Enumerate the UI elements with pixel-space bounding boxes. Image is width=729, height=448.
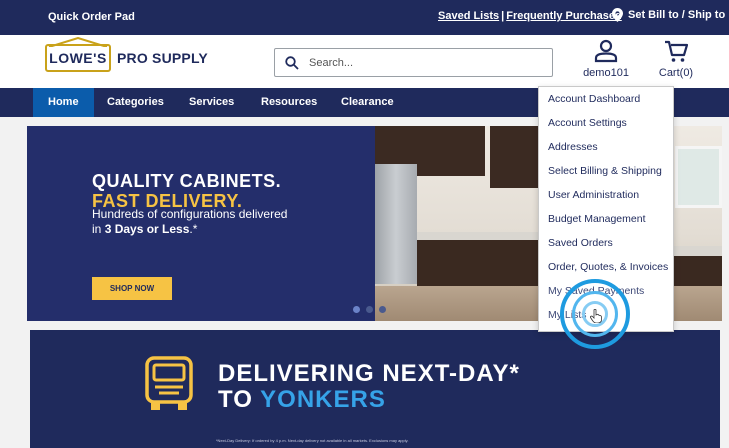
nav-categories[interactable]: Categories	[107, 88, 164, 117]
menu-item-account-settings[interactable]: Account Settings	[548, 117, 627, 129]
menu-item-orders-quotes-invoices[interactable]: Order, Quotes, & Invoices	[548, 261, 668, 273]
delivery-headline-line1: DELIVERING NEXT-DAY*	[218, 360, 520, 387]
cart-button[interactable]: Cart(0)	[656, 39, 696, 79]
hero-subtext: Hundreds of configurations delivered in …	[92, 207, 292, 237]
window	[675, 146, 722, 208]
page: Quick Order Pad Saved Lists | Frequently P…	[0, 0, 729, 448]
delivery-headline-line2: TO YONKERS	[218, 386, 386, 414]
utility-links: Saved Lists | Frequently Purchased	[438, 10, 622, 22]
quick-order-pad-link[interactable]: Quick Order Pad	[48, 11, 135, 23]
hand-cursor-icon	[590, 309, 602, 323]
frequently-purchased-link[interactable]: Frequently Purchased	[506, 10, 622, 22]
truck-icon	[145, 356, 193, 410]
carousel-dot[interactable]	[353, 306, 360, 313]
hero-headline: QUALITY CABINETS. FAST DELIVERY.	[92, 171, 281, 211]
saved-lists-link[interactable]: Saved Lists	[438, 10, 499, 22]
logo-roof-icon	[48, 37, 108, 47]
account-username: demo101	[583, 67, 629, 79]
cart-count: Cart(0)	[658, 67, 694, 79]
carousel-dot[interactable]	[379, 306, 386, 313]
menu-item-budget-management[interactable]: Budget Management	[548, 213, 645, 225]
menu-item-saved-orders[interactable]: Saved Orders	[548, 237, 613, 249]
menu-item-my-lists[interactable]: My Lists	[548, 309, 587, 321]
site-header: LOWE'S PRO SUPPLY demo101 Cart(0)	[0, 35, 729, 88]
delivery-city: YONKERS	[260, 386, 386, 413]
carousel-dots	[353, 306, 386, 313]
nav-resources[interactable]: Resources	[261, 88, 317, 117]
menu-item-user-administration[interactable]: User Administration	[548, 189, 639, 201]
hero-subtext-end: .*	[189, 222, 198, 236]
delivery-fine-print: *Next-Day Delivery: If ordered by 4 p.m.…	[216, 438, 409, 443]
shop-now-button[interactable]: SHOP NOW	[92, 277, 172, 300]
delivery-banner[interactable]: DELIVERING NEXT-DAY* TO YONKERS *Next-Da…	[30, 330, 720, 448]
nav-clearance[interactable]: Clearance	[341, 88, 394, 117]
hero-subtext-bold: 3 Days or Less	[104, 222, 190, 236]
nav-services[interactable]: Services	[189, 88, 234, 117]
menu-item-billing-shipping[interactable]: Select Billing & Shipping	[548, 165, 662, 177]
logo-text: PRO SUPPLY	[117, 50, 208, 66]
link-separator: |	[501, 10, 505, 22]
bill-ship-selector[interactable]: Set Bill to / Ship to	[612, 8, 725, 22]
carousel-dot[interactable]	[366, 306, 373, 313]
nav-home[interactable]: Home	[33, 88, 94, 117]
lowes-pro-supply-logo[interactable]: LOWE'S PRO SUPPLY	[45, 37, 208, 72]
account-dropdown-menu: Account Dashboard Account Settings Addre…	[538, 86, 674, 332]
account-button[interactable]: demo101	[582, 39, 630, 79]
menu-item-addresses[interactable]: Addresses	[548, 141, 598, 153]
menu-item-saved-payments[interactable]: My Saved Payments	[548, 285, 644, 297]
search-icon[interactable]	[285, 55, 299, 70]
location-pin-icon	[612, 8, 623, 22]
cart-icon	[665, 40, 688, 62]
menu-item-account-dashboard[interactable]: Account Dashboard	[548, 93, 640, 105]
utility-bar: Quick Order Pad Saved Lists | Frequently P…	[0, 0, 729, 35]
logo-mark-text: LOWE'S	[49, 50, 107, 66]
search-input[interactable]	[309, 56, 529, 69]
hero-headline-line1: QUALITY CABINETS.	[92, 171, 282, 191]
delivery-headline-to: TO	[218, 386, 261, 413]
search-bar	[274, 48, 553, 77]
refrigerator	[375, 164, 417, 284]
user-icon	[594, 39, 618, 63]
bill-ship-label: Set Bill to / Ship to	[628, 9, 726, 21]
logo-mark: LOWE'S	[45, 37, 111, 72]
